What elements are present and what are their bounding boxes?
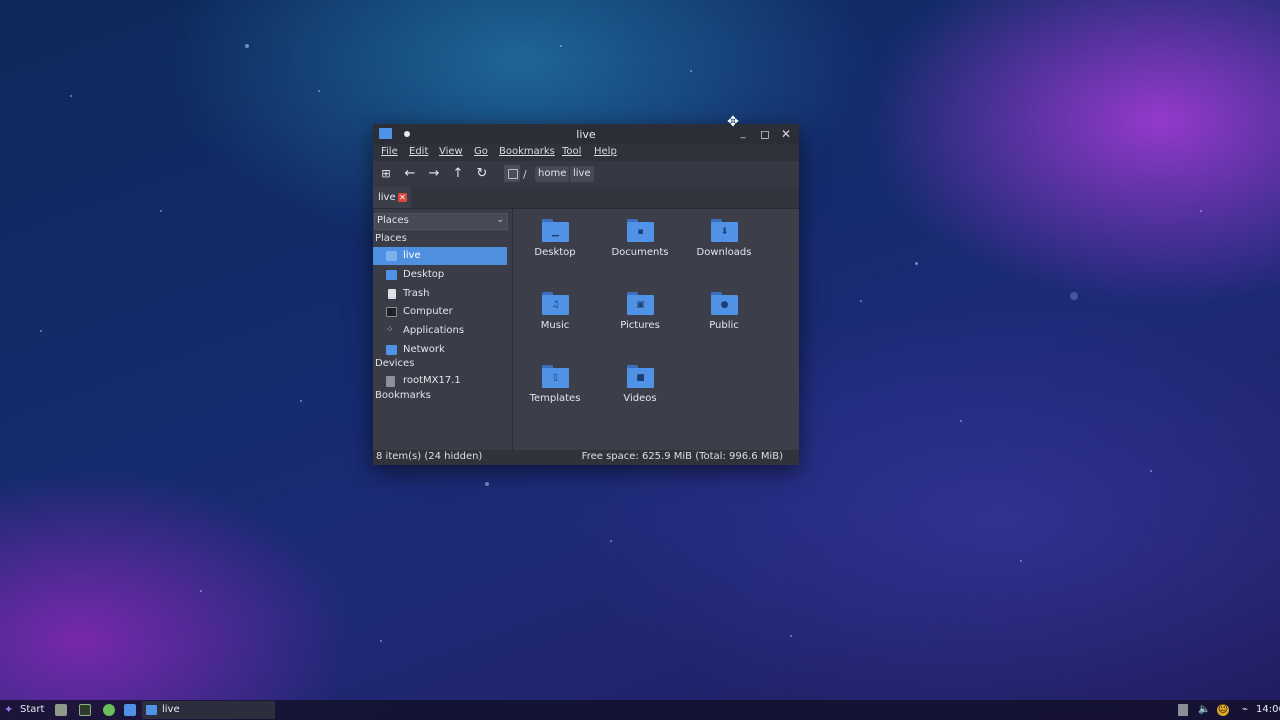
trash-icon <box>388 289 396 299</box>
task-label: live <box>162 704 180 715</box>
desktop-folder-icon: ▁ <box>542 219 569 242</box>
status-bar: 8 item(s) (24 hidden) Free space: 625.9 … <box>373 450 799 465</box>
menu-view[interactable]: View <box>439 146 463 157</box>
sidebar-item-device[interactable]: rootMX17.1 <box>373 372 507 390</box>
public-folder-icon: ● <box>711 292 738 315</box>
file-item-music[interactable]: ♫ Music <box>513 282 597 344</box>
sidebar-item-applications[interactable]: ⁘ Applications <box>373 322 507 340</box>
network-icon[interactable]: ⌁ <box>1239 704 1251 716</box>
sidebar-item-desktop[interactable]: Desktop <box>373 266 507 284</box>
file-name: Templates <box>529 393 581 404</box>
sidebar-item-computer[interactable]: Computer <box>373 303 507 321</box>
file-item-pictures[interactable]: ▣ Pictures <box>598 282 682 344</box>
file-name: Downloads <box>696 247 752 258</box>
file-manager-launcher-icon[interactable] <box>55 704 67 716</box>
close-tab-icon[interactable]: ✕ <box>398 193 407 202</box>
file-item-downloads[interactable]: ⬇ Downloads <box>682 209 766 271</box>
file-name: Music <box>540 320 570 331</box>
up-icon[interactable]: ↑ <box>449 165 467 183</box>
browser-launcher-icon[interactable] <box>103 704 115 716</box>
path-live[interactable]: live <box>570 166 594 182</box>
menu-bar: File Edit View Go Bookmarks Tool Help <box>373 144 799 161</box>
sidebar-item-label: Trash <box>403 288 430 299</box>
sidebar-mode-value: Places <box>377 215 409 226</box>
sidebar-item-live[interactable]: live <box>373 247 507 265</box>
music-folder-icon: ♫ <box>542 292 569 315</box>
sidebar-item-label: Desktop <box>403 269 445 280</box>
menu-file[interactable]: File <box>381 146 398 157</box>
computer-icon <box>386 307 397 317</box>
network-folder-icon <box>386 345 397 355</box>
file-item-desktop[interactable]: ▁ Desktop <box>513 209 597 271</box>
taskbar: ✦ Start live 🔈 ☺ ⌁ 14:06 <box>0 700 1280 720</box>
menu-edit[interactable]: Edit <box>409 146 428 157</box>
menu-tool[interactable]: Tool <box>562 146 581 157</box>
toolbar: ⊞ ← → ↑ ↻ / home live <box>373 161 799 187</box>
reload-icon[interactable]: ↻ <box>473 165 491 183</box>
sidebar-item-trash[interactable]: Trash <box>373 285 507 303</box>
home-folder-icon <box>386 251 397 261</box>
clipboard-icon[interactable] <box>1178 704 1188 716</box>
file-manager-window: live _ ◻ ✕ File Edit View Go Bookmarks T… <box>373 124 799 465</box>
pictures-folder-icon: ▣ <box>627 292 654 315</box>
menu-bookmarks[interactable]: Bookmarks <box>499 146 555 157</box>
menu-help[interactable]: Help <box>594 146 617 157</box>
back-icon[interactable]: ← <box>401 165 419 183</box>
chevron-down-icon: ⌄ <box>496 215 504 225</box>
updater-icon[interactable]: ☺ <box>1217 704 1229 716</box>
sidebar-item-label: Computer <box>403 306 453 317</box>
bookmarks-header: Bookmarks <box>375 390 431 401</box>
folder-icon <box>146 705 157 715</box>
sidebar-item-label: Network <box>403 344 445 355</box>
desktop-folder-icon <box>386 270 397 280</box>
file-name: Public <box>709 320 739 331</box>
folder-launcher-icon[interactable] <box>124 704 136 716</box>
file-view[interactable]: ▁ Desktop ▪ Documents ⬇ Downloads ♫ Musi… <box>513 209 799 450</box>
sidebar-item-label: Applications <box>403 325 465 336</box>
file-name: Desktop <box>534 247 576 258</box>
task-button-live[interactable]: live <box>142 701 275 719</box>
templates-folder-icon: ▯ <box>542 365 569 388</box>
tab-live[interactable]: live ✕ <box>373 187 411 208</box>
path-home[interactable]: home <box>535 166 570 182</box>
sidebar-item-label: rootMX17.1 <box>403 375 461 386</box>
file-name: Documents <box>611 247 669 258</box>
file-item-videos[interactable]: ■ Videos <box>598 355 682 417</box>
sidebar: Places ⌄ Places live Desktop Trash Compu… <box>373 209 513 450</box>
videos-folder-icon: ■ <box>627 365 654 388</box>
forward-icon[interactable]: → <box>425 165 443 183</box>
applications-icon: ⁘ <box>386 325 394 335</box>
drive-icon <box>386 376 395 387</box>
sidebar-mode-select[interactable]: Places ⌄ <box>374 213 508 230</box>
maximize-icon[interactable]: ◻ <box>757 126 773 142</box>
documents-folder-icon: ▪ <box>627 219 654 242</box>
places-header: Places <box>375 233 407 244</box>
menu-go[interactable]: Go <box>474 146 488 157</box>
tab-label: live <box>378 192 396 203</box>
file-name: Pictures <box>620 320 660 331</box>
close-icon[interactable]: ✕ <box>778 126 794 142</box>
path-root[interactable]: / <box>523 168 527 181</box>
new-tab-icon[interactable]: ⊞ <box>377 165 395 183</box>
terminal-launcher-icon[interactable] <box>79 704 91 716</box>
move-cursor-icon: ✥ <box>727 114 739 130</box>
file-item-public[interactable]: ● Public <box>682 282 766 344</box>
file-item-templates[interactable]: ▯ Templates <box>513 355 597 417</box>
free-space: Free space: 625.9 MiB (Total: 996.6 MiB) <box>581 451 783 462</box>
file-item-documents[interactable]: ▪ Documents <box>598 209 682 271</box>
item-count: 8 item(s) (24 hidden) <box>376 451 483 462</box>
start-icon[interactable]: ✦ <box>4 704 16 716</box>
volume-icon[interactable]: 🔈 <box>1198 704 1210 716</box>
start-button[interactable]: Start <box>20 704 44 715</box>
file-name: Videos <box>623 393 657 404</box>
downloads-folder-icon: ⬇ <box>711 219 738 242</box>
tab-bar: live ✕ <box>373 187 799 209</box>
sidebar-item-network[interactable]: Network <box>373 341 507 359</box>
clock[interactable]: 14:06 <box>1256 704 1280 715</box>
drive-icon[interactable] <box>504 165 520 182</box>
sidebar-item-label: live <box>403 250 421 261</box>
devices-header: Devices <box>375 358 415 369</box>
